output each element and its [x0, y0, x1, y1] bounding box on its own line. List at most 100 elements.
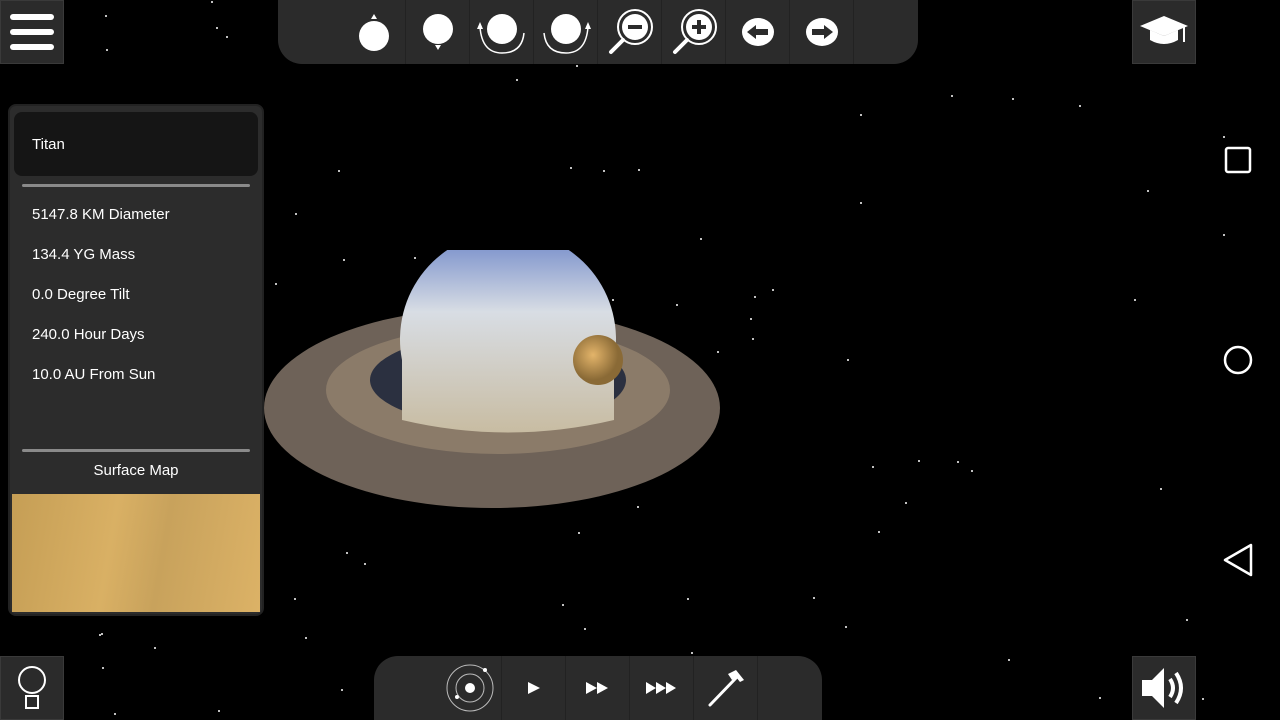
surface-map[interactable]	[12, 494, 260, 612]
star	[749, 317, 752, 320]
star	[871, 465, 874, 468]
star	[602, 169, 605, 172]
star	[1098, 697, 1101, 700]
ringed-planet	[264, 231, 720, 508]
orbit-view-button[interactable]	[438, 656, 502, 720]
star	[153, 647, 156, 650]
star	[106, 49, 109, 52]
star	[845, 626, 848, 629]
star	[100, 632, 103, 635]
star	[813, 597, 815, 600]
top-toolbar	[278, 0, 918, 64]
play-button[interactable]	[502, 656, 566, 720]
recent-apps-button[interactable]	[1222, 144, 1254, 176]
bottom-toolbar	[374, 656, 822, 720]
back-button[interactable]	[1222, 543, 1254, 577]
rotate-right-button[interactable]	[534, 0, 598, 64]
star	[754, 295, 757, 298]
star	[917, 460, 920, 463]
star	[971, 470, 974, 473]
star	[576, 64, 579, 67]
rotate-left-button[interactable]	[470, 0, 534, 64]
star	[860, 113, 863, 116]
star	[751, 337, 754, 340]
star	[638, 169, 641, 172]
body-info-panel: Titan 5147.8 KM Diameter 134.4 YG Mass 0…	[8, 104, 264, 616]
star	[577, 531, 580, 534]
home-button[interactable]	[1222, 344, 1254, 376]
faster-forward-icon	[645, 682, 676, 694]
star	[346, 551, 349, 554]
star	[570, 167, 573, 170]
star	[1223, 136, 1226, 139]
star	[294, 597, 297, 600]
star	[1147, 190, 1150, 193]
graduation-cap-icon	[1140, 16, 1188, 44]
menu-button[interactable]	[0, 0, 64, 64]
star	[98, 634, 101, 637]
star	[337, 170, 340, 173]
faster-forward-button[interactable]	[630, 656, 694, 720]
hammer-icon	[708, 670, 744, 707]
star	[1007, 658, 1010, 661]
speaker-icon	[1142, 668, 1183, 708]
zoom-in-button[interactable]	[662, 0, 726, 64]
star	[687, 598, 690, 601]
tilt-down-icon	[422, 14, 453, 50]
lightbulb-icon	[18, 666, 46, 709]
star	[847, 359, 850, 362]
star	[1134, 299, 1136, 302]
square-icon	[1224, 146, 1252, 174]
stat-tilt: 0.0 Degree Tilt	[32, 286, 130, 303]
stat-day-length: 240.0 Hour Days	[32, 326, 145, 343]
zoom-out-icon	[608, 9, 653, 54]
star	[1186, 619, 1189, 622]
next-arrow-icon	[805, 18, 838, 46]
star	[516, 78, 519, 81]
star	[218, 709, 221, 712]
stat-mass: 134.4 YG Mass	[32, 246, 136, 263]
star	[877, 530, 880, 533]
star	[215, 26, 218, 29]
star	[225, 36, 228, 39]
triangle-back-icon	[1223, 543, 1253, 577]
star	[1160, 488, 1163, 491]
orbit-view-icon	[446, 664, 493, 712]
star	[101, 666, 104, 669]
zoom-in-icon	[672, 9, 717, 54]
star	[305, 636, 308, 639]
star	[561, 603, 564, 606]
star	[364, 562, 367, 565]
learn-button[interactable]	[1132, 0, 1196, 64]
hint-button[interactable]	[0, 656, 64, 720]
star	[951, 94, 954, 97]
star	[584, 628, 586, 631]
tilt-up-icon	[358, 14, 389, 51]
star	[859, 202, 862, 205]
planet-scene[interactable]	[262, 231, 724, 510]
star	[700, 237, 703, 240]
hamburger-icon	[10, 14, 54, 50]
star	[294, 213, 297, 216]
star	[114, 713, 117, 716]
divider	[22, 449, 250, 452]
next-button[interactable]	[790, 0, 854, 64]
rotate-right-icon	[542, 14, 591, 54]
star	[341, 688, 344, 691]
tilt-down-button[interactable]	[406, 0, 470, 64]
star	[1079, 104, 1082, 107]
tilt-up-button[interactable]	[342, 0, 406, 64]
surface-map-label: Surface Map	[93, 462, 179, 479]
play-icon	[527, 682, 540, 694]
star	[1011, 98, 1014, 101]
stat-diameter: 5147.8 KM Diameter	[32, 206, 170, 223]
star	[691, 652, 694, 655]
sound-button[interactable]	[1132, 656, 1196, 720]
star	[1202, 698, 1205, 701]
fast-forward-icon	[585, 682, 608, 694]
build-button[interactable]	[694, 656, 758, 720]
previous-button[interactable]	[726, 0, 790, 64]
fast-forward-button[interactable]	[566, 656, 630, 720]
star	[104, 15, 107, 18]
zoom-out-button[interactable]	[598, 0, 662, 64]
